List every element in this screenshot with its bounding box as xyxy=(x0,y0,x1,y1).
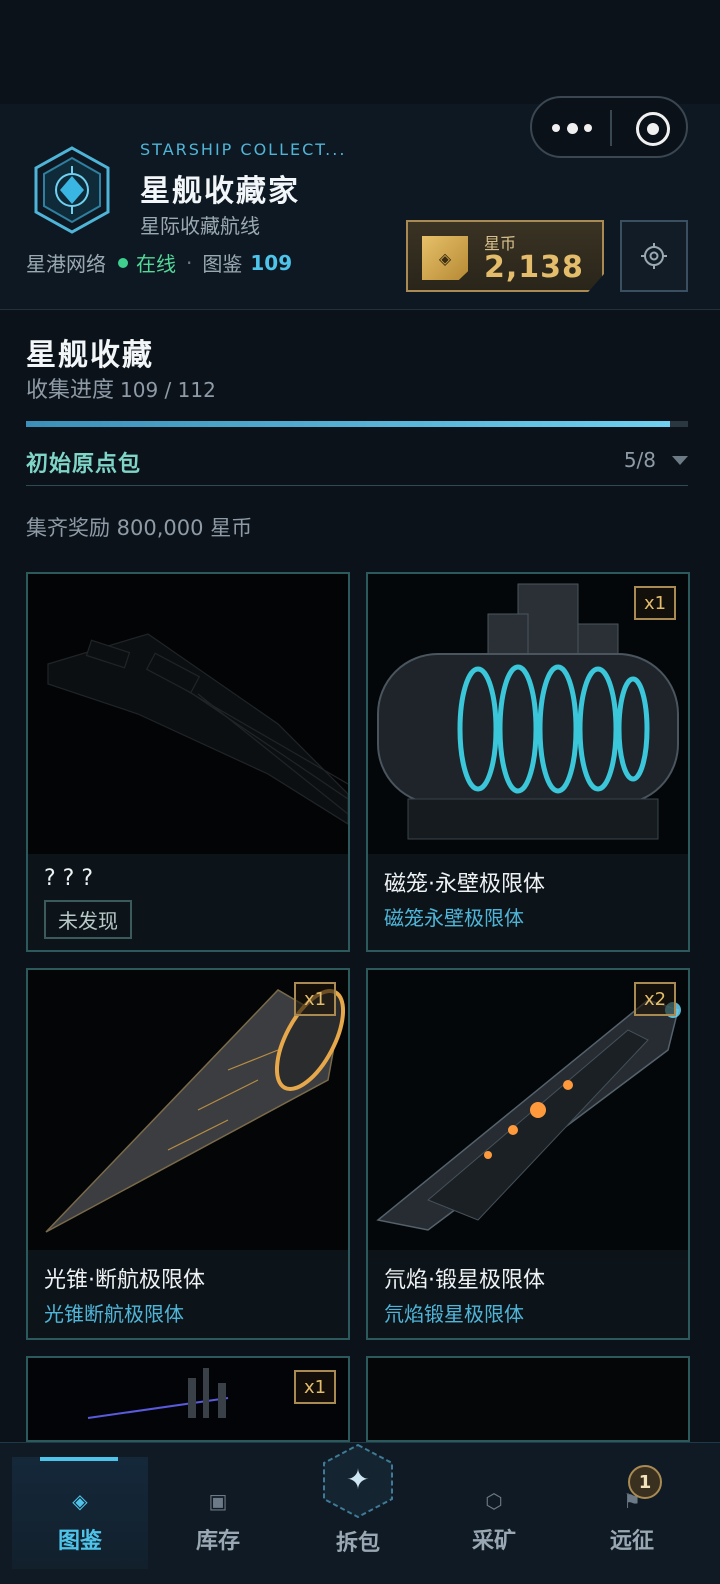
app-subtitle-en: STARSHIP COLLECT... xyxy=(140,140,347,159)
undiscovered-tag: 未发现 xyxy=(44,900,132,939)
nav-item-mining[interactable]: ⬡ 采矿 xyxy=(426,1457,562,1569)
ship-name: ? ? ? xyxy=(44,866,94,891)
inventory-icon: ▣ xyxy=(208,1489,228,1513)
reward-text: 集齐奖励 800,000 星币 xyxy=(26,516,253,540)
codex-count: 109 xyxy=(250,250,293,275)
progress-text: 收集进度 109 / 112 xyxy=(26,372,216,404)
ship-image xyxy=(368,1358,688,1440)
nav-label: 采矿 xyxy=(471,1529,516,1554)
nav-label: 图鉴 xyxy=(57,1529,102,1554)
target-icon[interactable] xyxy=(636,112,670,146)
codex-icon: ◈ xyxy=(72,1489,88,1513)
network-status: 在线 xyxy=(136,252,176,276)
nav-item-codex[interactable]: ◈ 图鉴 xyxy=(12,1457,148,1569)
ship-card[interactable]: ? ? ? 未发现 xyxy=(26,572,350,952)
ship-card[interactable]: x2 氘焰·锻星极限体 氘焰锻星极限体 xyxy=(366,968,690,1340)
ship-subtitle: 氘焰锻星极限体 xyxy=(384,1302,524,1326)
ship-card[interactable]: x1 光锥·断航极限体 光锥断航极限体 xyxy=(26,968,350,1340)
ship-subtitle: 光锥断航极限体 xyxy=(44,1302,184,1326)
quantity-badge: x1 xyxy=(634,586,676,620)
app-subtitle: 星际收藏航线 xyxy=(140,214,260,238)
ship-name: 氘焰·锻星极限体 xyxy=(384,1268,545,1293)
more-icon[interactable] xyxy=(552,116,592,140)
nav-label: 库存 xyxy=(195,1529,240,1554)
ship-subtitle: 磁笼永壁极限体 xyxy=(384,906,524,930)
ship-name: 磁笼·永壁极限体 xyxy=(384,872,545,897)
open-pack-button[interactable]: ✦ xyxy=(322,1443,394,1519)
capsule-divider xyxy=(610,110,612,146)
settings-button[interactable] xyxy=(620,220,688,292)
gear-icon xyxy=(641,243,667,269)
hexagon-icon: ⬡ xyxy=(485,1489,503,1513)
status-bar-area xyxy=(0,0,720,104)
nav-label: 远征 xyxy=(609,1529,654,1554)
quantity-badge: x1 xyxy=(294,982,336,1016)
notification-badge: 1 xyxy=(628,1465,662,1499)
app-header: STARSHIP COLLECT... 星舰收藏家 星际收藏航线 星港网络 在线… xyxy=(0,96,720,310)
coin-value: 2,138 xyxy=(484,250,584,285)
ship-silhouette-image xyxy=(28,574,348,854)
nav-label-open-pack: 拆包 xyxy=(335,1531,380,1556)
nav-item-inventory[interactable]: ▣ 库存 xyxy=(150,1457,286,1569)
bottom-nav: ◈ 图鉴 ▣ 库存 ✦ 拆包 ⬡ 采矿 ⚑ 远征 1 xyxy=(0,1442,720,1584)
progress-bar xyxy=(26,421,688,427)
codex-label: 图鉴 xyxy=(202,252,243,276)
progress-fill xyxy=(26,421,671,427)
ship-card[interactable]: x1 磁笼·永壁极限体 磁笼永壁极限体 xyxy=(366,572,690,952)
pack-name: 初始原点包 xyxy=(26,452,142,477)
network-status-row: 星港网络 在线 · 图鉴 109 xyxy=(26,248,292,277)
star-icon: ✦ xyxy=(346,1463,369,1496)
app-logo-icon xyxy=(34,146,110,234)
section-title: 星舰收藏 xyxy=(26,338,154,373)
ship-name: 光锥·断航极限体 xyxy=(44,1268,205,1293)
pack-count: 5/8 xyxy=(623,448,656,472)
progress-value: 109 / 112 xyxy=(120,378,216,402)
separator: · xyxy=(186,250,193,275)
coin-balance[interactable]: ◈ 星币 2,138 xyxy=(406,220,604,292)
quantity-badge: x1 xyxy=(294,1370,336,1404)
pack-selector[interactable]: 初始原点包 5/8 xyxy=(26,440,688,486)
ship-card[interactable] xyxy=(366,1356,690,1442)
progress-label: 收集进度 xyxy=(26,378,115,403)
online-dot-icon xyxy=(118,257,128,268)
quantity-badge: x2 xyxy=(634,982,676,1016)
ship-card[interactable]: x1 xyxy=(26,1356,350,1442)
app-title: 星舰收藏家 xyxy=(140,174,300,209)
diamond-icon: ◈ xyxy=(422,236,468,280)
network-label: 星港网络 xyxy=(26,252,106,276)
mini-program-capsule xyxy=(530,96,688,158)
chevron-down-icon xyxy=(672,456,688,465)
